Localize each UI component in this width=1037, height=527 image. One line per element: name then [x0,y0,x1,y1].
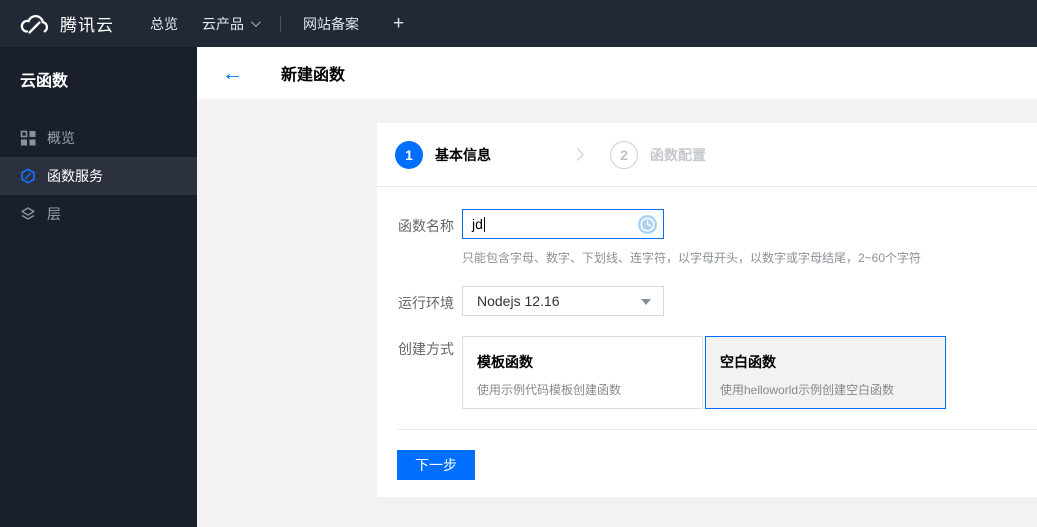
sidebar-item-label: 层 [47,206,61,222]
content-area: 1 基本信息 2 函数配置 函数名称 jd 只能包含字母、数字、下划线、连字符，… [197,99,1037,527]
creation-method-row: 创建方式 模板函数 使用示例代码模板创建函数 空白函数 使用helloworld… [398,336,1037,409]
dropdown-caret-icon [641,299,651,305]
blank-function-title: 空白函数 [720,354,776,370]
topnav-item-overview[interactable]: 总览 [138,14,190,34]
step-indicator: 1 基本信息 2 函数配置 [377,123,1037,187]
layers-icon [20,206,36,222]
runtime-select[interactable]: Nodejs 12.16 [462,286,664,316]
topbar: 腾讯云 总览 云产品 网站备案 + [0,0,1037,47]
creation-method-label: 创建方式 [398,341,454,357]
topnav-label: 总览 [150,15,178,32]
runtime-row: 运行环境 Nodejs 12.16 [398,286,1037,316]
topnav-item-products[interactable]: 云产品 [190,14,270,34]
add-tab-button[interactable]: + [379,13,418,35]
function-name-row: 函数名称 jd 只能包含字母、数字、下划线、连字符，以字母开头，以数字或字母结尾… [398,209,1037,266]
hexagon-slash-icon [20,168,36,184]
creation-method-cards: 模板函数 使用示例代码模板创建函数 空白函数 使用helloworld示例创建空… [462,336,946,409]
next-step-button[interactable]: 下一步 [397,450,475,480]
tencent-cloud-logo[interactable]: 腾讯云 [18,11,114,36]
chevron-down-icon [250,17,261,28]
topnav-label: 云产品 [202,15,244,32]
chevron-right-icon [571,148,584,161]
sidebar-title: 云函数 [20,73,69,90]
sidebar-item-label: 概览 [47,130,75,146]
grid-icon [20,130,36,146]
top-navigation: 总览 云产品 网站备案 + [138,13,418,35]
back-arrow-icon[interactable]: ← [222,63,243,84]
template-function-desc: 使用示例代码模板创建函数 [477,383,622,397]
page-header: ← 新建函数 [197,47,1037,99]
function-name-value: jd [472,216,483,232]
topnav-item-icp[interactable]: 网站备案 [291,14,371,34]
brand-name: 腾讯云 [60,16,114,35]
topnav-divider [280,15,281,32]
step-2-label: 函数配置 [650,146,706,163]
step-2-circle: 2 [610,140,638,169]
sidebar-item-layers[interactable]: 层 [0,195,197,233]
sidebar: 云函数 概览 函数服务 层 [0,47,197,527]
runtime-label: 运行环境 [398,295,454,311]
template-function-card[interactable]: 模板函数 使用示例代码模板创建函数 [462,336,703,409]
function-name-help: 只能包含字母、数字、下划线、连字符，以字母开头，以数字或字母结尾，2~60个字符 [462,251,922,265]
template-function-title: 模板函数 [477,354,533,370]
basic-info-form: 函数名称 jd 只能包含字母、数字、下划线、连字符，以字母开头，以数字或字母结尾… [377,187,1037,409]
sidebar-item-label: 函数服务 [47,168,103,184]
clock-loading-icon [637,214,658,235]
sidebar-menu: 概览 函数服务 层 [0,119,197,233]
text-cursor [483,216,485,232]
sidebar-item-overview[interactable]: 概览 [0,119,197,157]
blank-function-card[interactable]: 空白函数 使用helloworld示例创建空白函数 [705,336,946,409]
sidebar-item-function-service[interactable]: 函数服务 [0,157,197,195]
cloud-logo-icon [18,12,51,36]
function-name-label: 函数名称 [398,218,454,234]
form-footer-divider [397,429,1037,430]
runtime-selected-value: Nodejs 12.16 [477,293,560,309]
step-1-circle: 1 [395,140,423,169]
function-name-input[interactable]: jd [462,209,664,239]
create-function-card: 1 基本信息 2 函数配置 函数名称 jd 只能包含字母、数字、下划线、连字符，… [377,123,1037,497]
topnav-label: 网站备案 [303,15,359,32]
step-1-label: 基本信息 [435,146,491,163]
page-title: 新建函数 [281,67,346,84]
blank-function-desc: 使用helloworld示例创建空白函数 [720,383,895,397]
